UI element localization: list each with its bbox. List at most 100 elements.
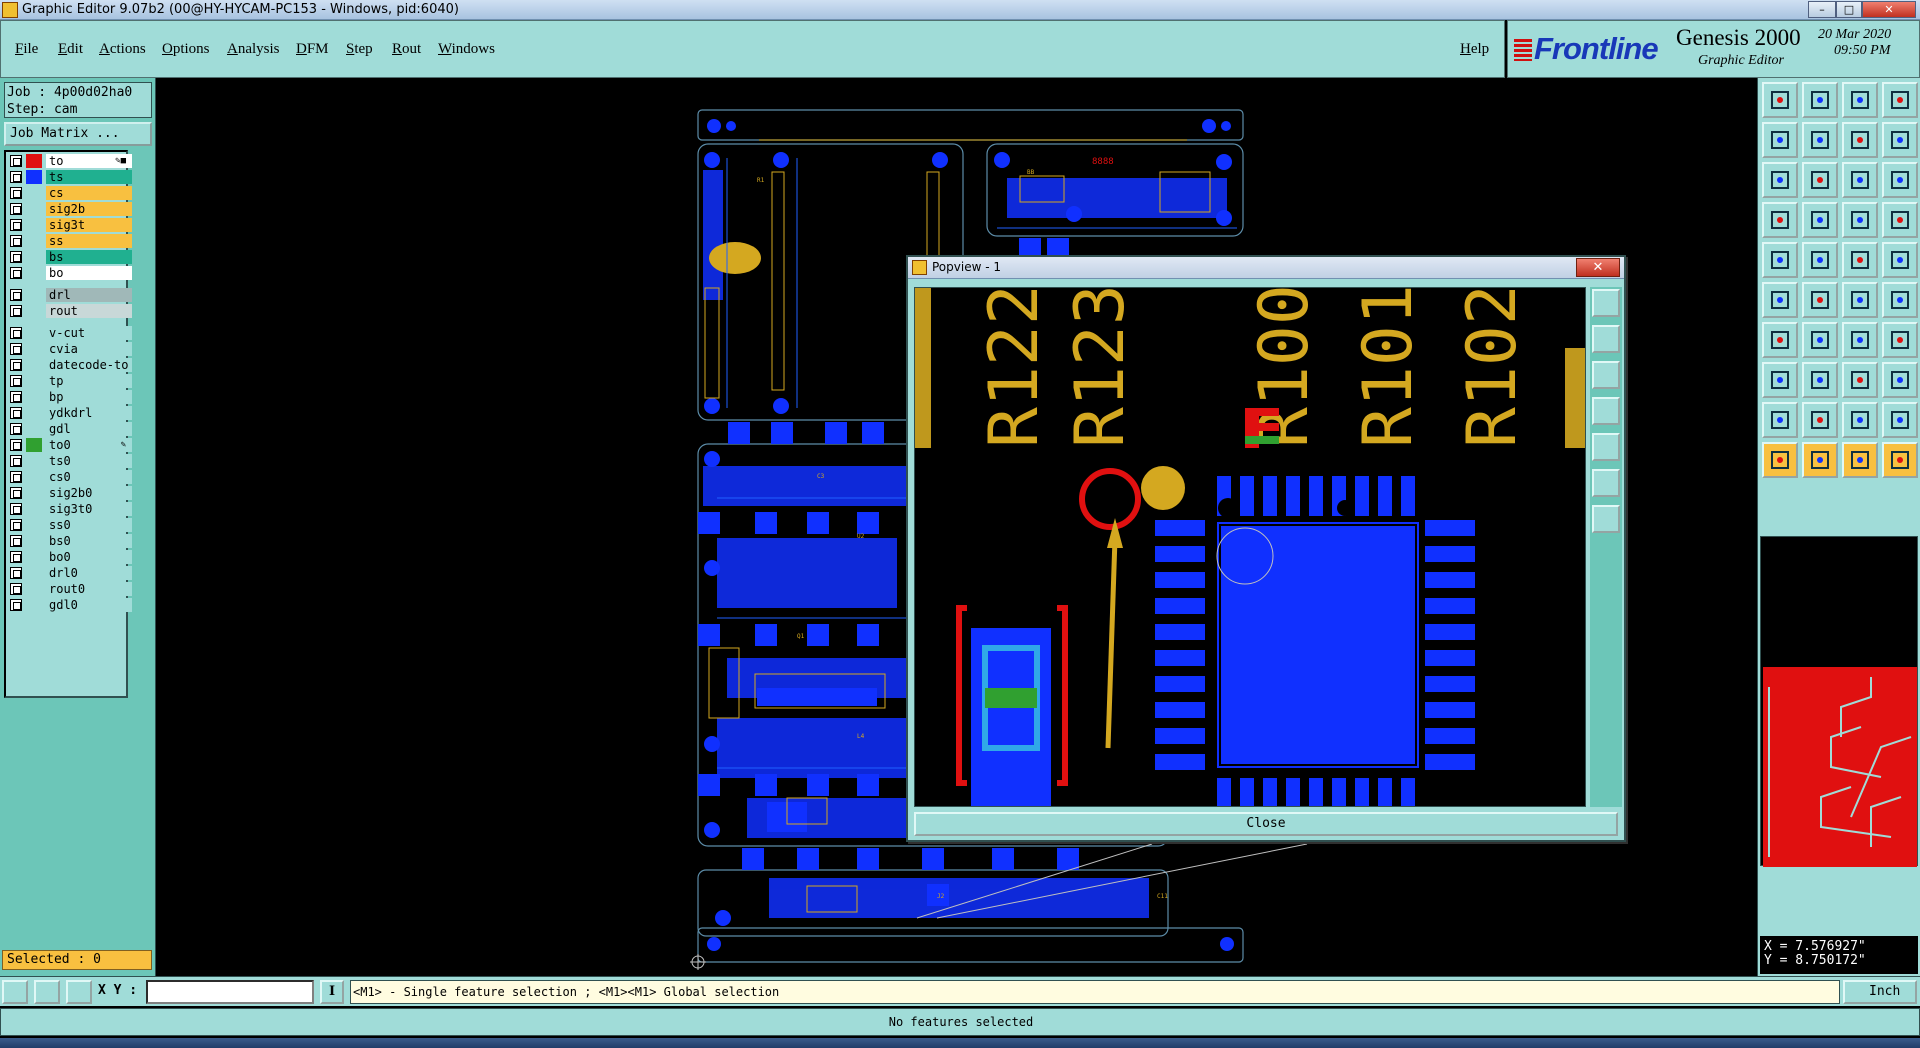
node-icon[interactable]: [1762, 282, 1798, 318]
layer-checkbox[interactable]: [10, 375, 22, 387]
zoom-prev-icon[interactable]: [1842, 122, 1878, 158]
info-button[interactable]: I: [320, 980, 344, 1004]
layer-checkbox[interactable]: [10, 455, 22, 467]
open-job-icon[interactable]: [1762, 82, 1798, 118]
popview-titlebar[interactable]: Popview - 1 ✕: [908, 257, 1624, 279]
board-preview[interactable]: [1760, 536, 1918, 877]
redo-icon[interactable]: [1802, 122, 1838, 158]
layer-name[interactable]: bp: [46, 390, 132, 404]
popview-close-button[interactable]: Close: [914, 812, 1618, 836]
arc-icon[interactable]: [1842, 322, 1878, 358]
layer-color-swatch[interactable]: [26, 454, 42, 468]
layer-checkbox[interactable]: [10, 343, 22, 355]
menu-analysis[interactable]: Analysis: [227, 41, 280, 58]
layer-checkbox[interactable]: [10, 251, 22, 263]
layer-row-tp[interactable]: tp: [10, 374, 132, 388]
layer-name[interactable]: cvia: [46, 342, 132, 356]
layer-name[interactable]: ydkdrl: [46, 406, 132, 420]
layer-checkbox[interactable]: [10, 535, 22, 547]
layer-name[interactable]: sig3t0: [46, 502, 132, 516]
layer-row-sig2b[interactable]: sig2b: [10, 202, 132, 216]
layer-name[interactable]: drl0: [46, 566, 132, 580]
xy-input[interactable]: [146, 980, 314, 1004]
layer-name[interactable]: cs0: [46, 470, 132, 484]
layer-color-swatch[interactable]: [26, 358, 42, 372]
layer-row-rout[interactable]: rout: [10, 304, 132, 318]
layer-name[interactable]: sig2b0: [46, 486, 132, 500]
layer-name[interactable]: ss: [46, 234, 132, 248]
layer-name[interactable]: ts0: [46, 454, 132, 468]
units-selector[interactable]: Inch: [1843, 980, 1917, 1004]
layer-checkbox[interactable]: [10, 487, 22, 499]
layer-color-swatch[interactable]: [26, 374, 42, 388]
layer-row-sig3t[interactable]: sig3t: [10, 218, 132, 232]
layer-row-ts0[interactable]: ts0: [10, 454, 132, 468]
layer-checkbox[interactable]: [10, 267, 22, 279]
close-node-icon[interactable]: [1802, 282, 1838, 318]
layer-name[interactable]: tp: [46, 374, 132, 388]
layer-color-swatch[interactable]: [26, 502, 42, 516]
layer-row-drl[interactable]: drl: [10, 288, 132, 302]
layer-row-to[interactable]: to ✎■: [10, 154, 132, 168]
surface-icon[interactable]: [1882, 402, 1918, 438]
save-icon[interactable]: [1802, 82, 1838, 118]
layer-name[interactable]: sig2b: [46, 202, 132, 216]
layer-name[interactable]: bs0: [46, 534, 132, 548]
layer-color-swatch[interactable]: [26, 422, 42, 436]
close-window-button[interactable]: ✕: [1862, 1, 1916, 18]
connect-icon[interactable]: [1842, 282, 1878, 318]
layer-name[interactable]: datecode-to: [46, 358, 132, 372]
layer-color-swatch[interactable]: [26, 288, 42, 302]
layer-color-swatch[interactable]: [26, 326, 42, 340]
snap-icon[interactable]: [1762, 202, 1798, 238]
flip-icon[interactable]: [1802, 362, 1838, 398]
probe-icon[interactable]: [1802, 202, 1838, 238]
layer-row-gdl0[interactable]: gdl0: [10, 598, 132, 612]
maximize-button[interactable]: □: [1836, 1, 1862, 18]
pick-multi-icon[interactable]: [1882, 442, 1918, 478]
layer-color-swatch[interactable]: [26, 186, 42, 200]
layer-row-v-cut[interactable]: v-cut: [10, 326, 132, 340]
rotate-icon[interactable]: [1842, 362, 1878, 398]
scale-icon[interactable]: [1842, 162, 1878, 198]
layer-row-cs0[interactable]: cs0: [10, 470, 132, 484]
ruler-icon[interactable]: [1842, 242, 1878, 278]
polygon-icon[interactable]: [1842, 402, 1878, 438]
cut-icon[interactable]: [1802, 242, 1838, 278]
layer-checkbox[interactable]: [10, 599, 22, 611]
layer-color-swatch[interactable]: [26, 266, 42, 280]
layer-name[interactable]: ss0: [46, 518, 132, 532]
job-matrix-button[interactable]: Job Matrix ...: [4, 122, 152, 146]
layer-row-ss[interactable]: ss: [10, 234, 132, 248]
menu-file[interactable]: File: [15, 41, 38, 58]
layer-row-sig2b0[interactable]: sig2b0: [10, 486, 132, 500]
draw-line-icon[interactable]: [2, 980, 28, 1004]
layer-checkbox[interactable]: [10, 503, 22, 515]
popview-zoom-home-icon[interactable]: [1592, 289, 1620, 317]
layer-checkbox[interactable]: [10, 203, 22, 215]
layer-row-bo[interactable]: bo: [10, 266, 132, 280]
layer-row-rout0[interactable]: rout0: [10, 582, 132, 596]
copy-icon[interactable]: [1882, 362, 1918, 398]
layer-color-swatch[interactable]: [26, 342, 42, 356]
layer-row-ydkdrl[interactable]: ydkdrl: [10, 406, 132, 420]
layer-checkbox[interactable]: [10, 583, 22, 595]
layer-name[interactable]: rout: [46, 304, 132, 318]
pointer-icon[interactable]: [1762, 442, 1798, 478]
layer-color-swatch[interactable]: [26, 218, 42, 232]
layer-name[interactable]: cs: [46, 186, 132, 200]
layer-name[interactable]: gdl: [46, 422, 132, 436]
layer-row-bp[interactable]: bp: [10, 390, 132, 404]
layer-row-sig3t0[interactable]: sig3t0: [10, 502, 132, 516]
select-icon[interactable]: [1762, 242, 1798, 278]
popview-center-icon[interactable]: [1592, 505, 1620, 533]
layer-name[interactable]: sig3t: [46, 218, 132, 232]
minimize-button[interactable]: –: [1808, 1, 1836, 18]
layer-checkbox[interactable]: [10, 519, 22, 531]
layer-checkbox[interactable]: [10, 567, 22, 579]
layer-color-swatch[interactable]: [26, 202, 42, 216]
move-icon[interactable]: [1762, 362, 1798, 398]
pick-icon[interactable]: [1842, 442, 1878, 478]
layer-color-swatch[interactable]: [26, 438, 42, 452]
layer-name[interactable]: bs: [46, 250, 132, 264]
